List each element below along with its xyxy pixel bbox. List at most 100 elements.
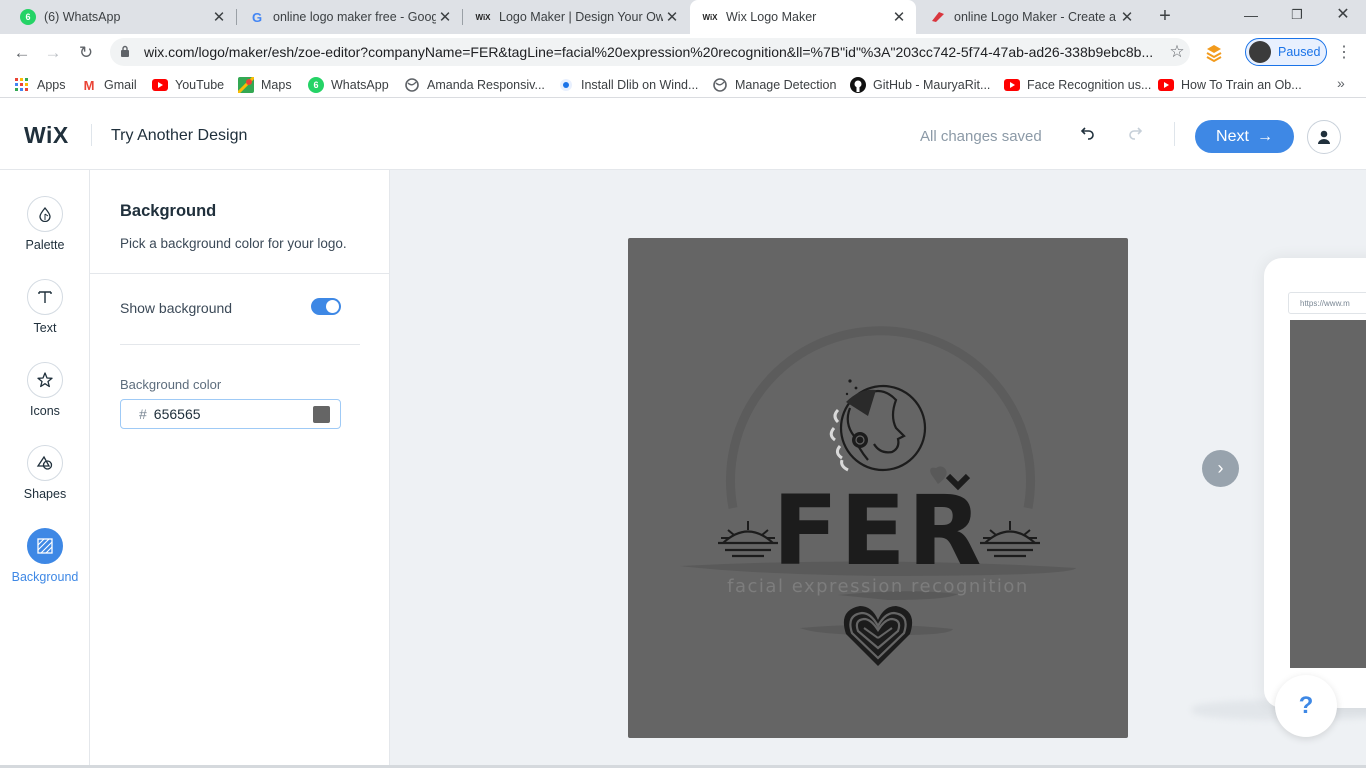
tool-rail: Palette Text Icons Shapes Background: [0, 170, 90, 768]
rail-item-palette[interactable]: Palette: [0, 196, 90, 266]
striped-heart-icon: [843, 606, 913, 666]
bookmark-youtube[interactable]: YouTube: [152, 75, 224, 95]
tab-title: (6) WhatsApp: [44, 10, 121, 24]
browser-menu-icon[interactable]: ⋮: [1336, 42, 1352, 62]
close-icon[interactable]: ✕: [890, 8, 908, 26]
bookmarks-bar: Apps M Gmail YouTube Maps 6 WhatsApp Ama…: [0, 71, 1366, 98]
mockup-url: https://www.m: [1300, 299, 1350, 308]
browser-tab-online-logo-maker[interactable]: online Logo Maker - Create a c ✕: [918, 0, 1144, 34]
gmail-icon: M: [83, 77, 95, 93]
background-color-input[interactable]: # 656565: [120, 399, 341, 429]
rail-item-shapes[interactable]: Shapes: [0, 445, 90, 515]
bookmark-label: Apps: [37, 78, 66, 92]
whatsapp-icon: 6: [20, 9, 36, 25]
close-icon[interactable]: ✕: [1118, 8, 1136, 26]
close-window-button[interactable]: ✕: [1320, 0, 1366, 32]
text-icon: [27, 279, 63, 315]
new-tab-button[interactable]: +: [1153, 5, 1177, 29]
background-settings-panel: Background Pick a background color for y…: [90, 170, 390, 768]
bookmark-label: Manage Detection: [735, 78, 837, 92]
show-background-toggle[interactable]: [311, 298, 341, 315]
color-hex-value: 656565: [153, 406, 201, 422]
bookmark-apps[interactable]: Apps: [14, 75, 66, 95]
background-color-label: Background color: [120, 377, 222, 392]
next-design-arrow-icon[interactable]: ›: [1202, 450, 1239, 487]
next-label: Next: [1216, 127, 1249, 145]
wix-logo[interactable]: WiX: [24, 122, 69, 149]
sunset-icon-left: [718, 521, 778, 558]
star-icon: [27, 362, 63, 398]
youtube-icon: [1158, 77, 1174, 93]
next-button[interactable]: Next →: [1195, 120, 1294, 153]
bookmark-whatsapp[interactable]: 6 WhatsApp: [308, 75, 389, 95]
tab-title: Logo Maker | Design Your Own: [499, 10, 663, 24]
arrow-right-icon: →: [1256, 127, 1273, 145]
youtube-icon: [1004, 77, 1020, 93]
rail-item-label: Shapes: [23, 487, 67, 501]
mockup-screen: [1290, 320, 1366, 668]
rail-item-label: Icons: [30, 404, 60, 418]
restore-button[interactable]: ❐: [1274, 0, 1320, 32]
globe-icon: [712, 77, 728, 93]
company-name: FER: [772, 475, 983, 587]
bookmark-amanda[interactable]: Amanda Responsiv...: [404, 75, 545, 95]
wix-icon: WiX: [475, 12, 491, 22]
rail-item-label: Text: [33, 321, 57, 335]
reload-button[interactable]: ↻: [74, 41, 98, 65]
divider: [120, 344, 360, 345]
bookmarks-overflow-icon[interactable]: »: [1337, 75, 1345, 91]
back-button[interactable]: ←: [10, 41, 34, 65]
google-icon: G: [251, 9, 263, 25]
bookmark-maps[interactable]: Maps: [238, 75, 292, 95]
tab-title: online logo maker free - Goog: [273, 10, 436, 24]
rail-item-text[interactable]: Text: [0, 279, 90, 349]
try-another-design-link[interactable]: Try Another Design: [111, 127, 247, 145]
bookmark-train-object[interactable]: How To Train an Ob...: [1158, 75, 1302, 95]
bookmark-star-icon[interactable]: ☆: [1164, 42, 1190, 62]
logo-preview[interactable]: FER facial expression recognition: [628, 238, 1128, 738]
bookmark-label: Amanda Responsiv...: [427, 78, 545, 92]
browser-tab-strip: 6 (6) WhatsApp ✕ G online logo maker fre…: [0, 0, 1366, 34]
minimize-button[interactable]: —: [1228, 0, 1274, 32]
browser-tab-logo-maker-design[interactable]: WiX Logo Maker | Design Your Own ✕: [463, 0, 689, 34]
extension-icon[interactable]: [1204, 43, 1224, 63]
browser-tab-wix-logo-maker[interactable]: WiX Wix Logo Maker ✕: [690, 0, 916, 34]
bookmark-face-recognition[interactable]: Face Recognition us...: [1004, 75, 1151, 95]
bookmark-gmail[interactable]: M Gmail: [81, 75, 137, 95]
shapes-icon: [27, 445, 63, 481]
github-icon: [850, 77, 866, 93]
toggle-knob: [326, 300, 339, 313]
tab-title: online Logo Maker - Create a c: [954, 10, 1118, 24]
redo-icon[interactable]: [1125, 124, 1145, 144]
divider: [90, 273, 389, 274]
forward-button[interactable]: →: [41, 41, 65, 65]
divider: [91, 124, 92, 146]
color-swatch[interactable]: [313, 406, 330, 423]
palette-drop-icon: [27, 196, 63, 232]
wix-icon: WiX: [702, 12, 718, 22]
bookmark-manage-detection[interactable]: Manage Detection: [712, 75, 836, 95]
rail-item-icons[interactable]: Icons: [0, 362, 90, 432]
rail-item-background[interactable]: Background: [0, 528, 90, 598]
undo-icon[interactable]: [1078, 124, 1098, 144]
laptop-mockup: https://www.m: [1264, 258, 1366, 708]
panel-subtitle: Pick a background color for your logo.: [120, 236, 347, 251]
browser-tab-google-search[interactable]: G online logo maker free - Goog ✕: [237, 0, 462, 34]
tagline: facial expression recognition: [727, 576, 1029, 597]
dlib-icon: [558, 77, 574, 93]
bookmark-dlib[interactable]: Install Dlib on Wind...: [558, 75, 698, 95]
user-icon: [1318, 130, 1330, 144]
close-icon[interactable]: ✕: [663, 8, 681, 26]
bookmark-label: GitHub - MauryaRit...: [873, 78, 991, 92]
help-button[interactable]: ?: [1275, 675, 1337, 737]
close-icon[interactable]: ✕: [210, 8, 228, 26]
globe-icon: [404, 77, 420, 93]
address-bar[interactable]: wix.com/logo/maker/esh/zoe-editor?compan…: [110, 38, 1190, 66]
bookmark-github[interactable]: GitHub - MauryaRit...: [850, 75, 990, 95]
user-account-button[interactable]: [1307, 120, 1341, 154]
tab-title: Wix Logo Maker: [726, 10, 817, 24]
profile-button[interactable]: Paused: [1245, 38, 1327, 66]
browser-tab-whatsapp[interactable]: 6 (6) WhatsApp ✕: [8, 0, 236, 34]
logo-artwork: FER facial expression recognition: [680, 326, 1076, 666]
close-icon[interactable]: ✕: [436, 8, 454, 26]
